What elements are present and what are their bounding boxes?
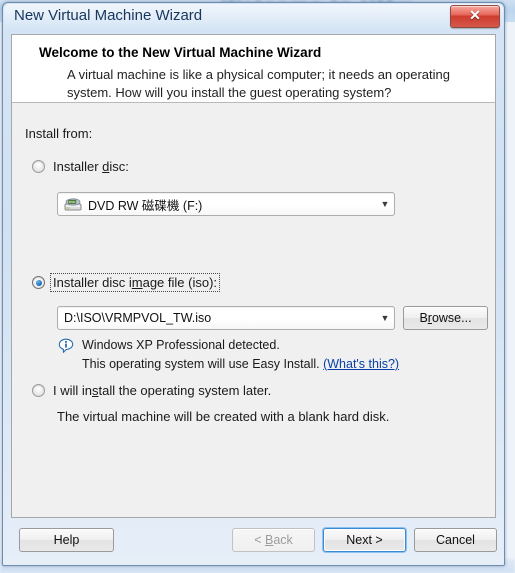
page-title: Welcome to the New Virtual Machine Wizar…: [39, 45, 322, 60]
next-button[interactable]: Next >: [323, 528, 406, 552]
close-button[interactable]: ✕: [450, 5, 500, 28]
iso-path-value[interactable]: D:\ISO\VRMPVOL_TW.iso: [58, 311, 376, 325]
radio-install-later-indicator[interactable]: [32, 384, 45, 397]
back-button: < Back: [232, 528, 315, 552]
iso-path-combobox[interactable]: D:\ISO\VRMPVOL_TW.iso ▼: [57, 306, 395, 330]
easy-install-text: This operating system will use Easy Inst…: [82, 357, 400, 371]
wizard-body: Install from: Installer disc: DVD DVD RW…: [11, 102, 496, 518]
help-button[interactable]: Help: [19, 528, 114, 552]
page-description: A virtual machine is like a physical com…: [67, 67, 450, 100]
svg-text:DVD: DVD: [69, 200, 76, 204]
radio-installer-iso-indicator[interactable]: [32, 276, 45, 289]
dialog-footer: Help < Back Next > Cancel: [11, 518, 497, 562]
chevron-down-icon-iso[interactable]: ▼: [376, 313, 394, 323]
close-icon: ✕: [469, 7, 481, 23]
dialog-titlebar[interactable]: New Virtual Machine Wizard ✕: [3, 3, 506, 33]
radio-install-later[interactable]: I will install the operating system late…: [32, 382, 273, 399]
dialog-title: New Virtual Machine Wizard: [14, 7, 203, 24]
os-detected-text: Windows XP Professional detected.: [82, 338, 280, 352]
browse-button[interactable]: Browse...: [403, 306, 488, 330]
chevron-down-icon[interactable]: ▼: [376, 199, 394, 209]
new-virtual-machine-wizard-dialog: New Virtual Machine Wizard ✕ Welcome to …: [2, 2, 505, 566]
installer-disc-value: DVD RW 磁碟機 (F:): [88, 198, 203, 213]
whats-this-link[interactable]: (What's this?): [323, 357, 399, 371]
install-from-label: Install from:: [25, 126, 93, 141]
radio-installer-disc-label: Installer disc:: [53, 159, 129, 174]
install-later-description: The virtual machine will be created with…: [57, 409, 390, 424]
info-icon: [58, 338, 74, 354]
radio-installer-iso-label: Installer disc image file (iso):: [49, 273, 221, 292]
wizard-header: Welcome to the New Virtual Machine Wizar…: [11, 34, 496, 102]
radio-installer-disc-indicator[interactable]: [32, 160, 45, 173]
installer-disc-combobox[interactable]: DVD DVD RW 磁碟機 (F:) ▼: [57, 192, 395, 216]
cancel-button[interactable]: Cancel: [414, 528, 497, 552]
dvd-drive-icon: DVD: [64, 197, 82, 212]
radio-installer-iso[interactable]: Installer disc image file (iso):: [32, 273, 221, 292]
radio-installer-disc[interactable]: Installer disc:: [32, 158, 131, 175]
radio-install-later-label: I will install the operating system late…: [53, 383, 272, 398]
